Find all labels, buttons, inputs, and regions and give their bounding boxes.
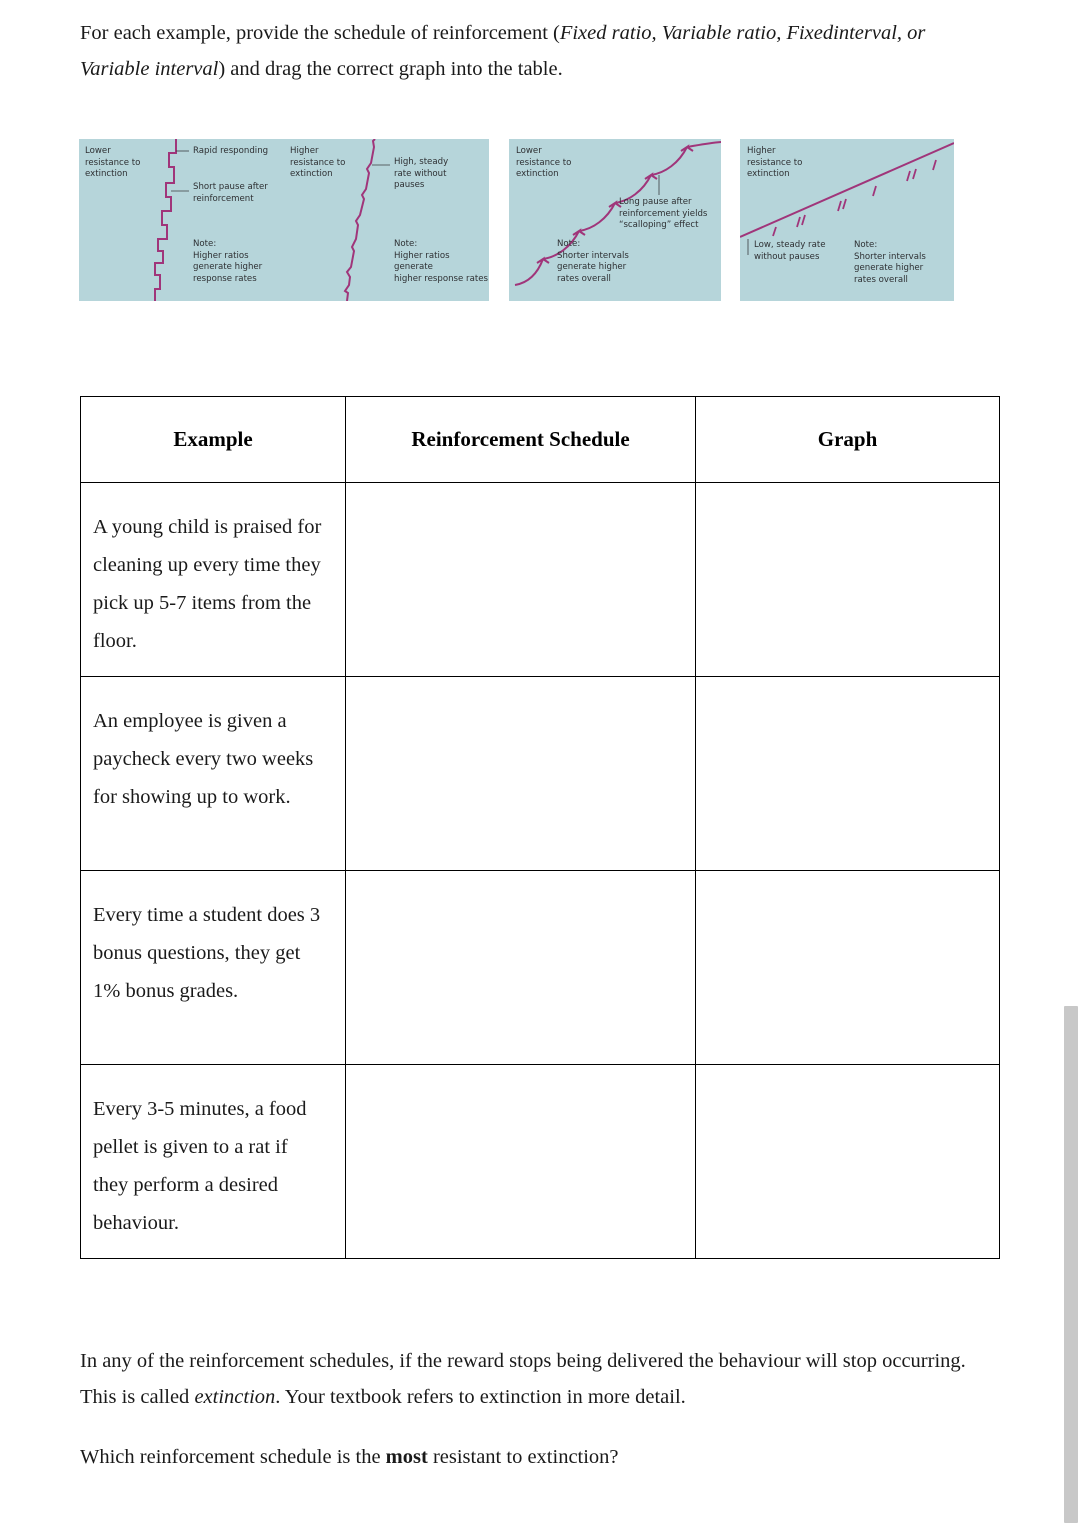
schedule-answer-text (346, 483, 695, 509)
example-cell: A young child is praised for cleaning up… (80, 482, 346, 677)
fixed-interval-note: Note: Shorter intervals generate higher … (557, 239, 629, 285)
graph-dropzone-cell[interactable] (695, 482, 1000, 677)
graph-dropzone-cell[interactable] (695, 870, 1000, 1065)
example-cell: Every time a student does 3 bonus questi… (80, 870, 346, 1065)
fixed-ratio-note: Note: Higher ratios generate higher resp… (193, 239, 263, 285)
table-row: A young child is praised for cleaning up… (80, 482, 1000, 677)
variable-ratio-resistance-label: Higher resistance to extinction (290, 146, 346, 180)
example-text: A young child is praised for cleaning up… (93, 516, 322, 652)
table-row: An employee is given a paycheck every tw… (80, 676, 1000, 871)
question-bold-most: most (385, 1446, 428, 1468)
instruction-paragraph: For each example, provide the schedule o… (80, 16, 980, 87)
fixed-ratio-resistance-label: Lower resistance to extinction (85, 146, 141, 180)
schedule-answer-cell[interactable] (345, 870, 696, 1065)
fixed-ratio-callout-rapid-responding: Rapid responding (193, 146, 269, 156)
extinction-paragraph: In any of the reinforcement schedules, i… (80, 1344, 990, 1415)
table-row: Every time a student does 3 bonus questi… (80, 870, 1000, 1065)
variable-interval-graph[interactable]: Higher resistance to extinction Low, ste… (740, 139, 954, 301)
fixed-interval-graph[interactable]: Lower resistance to extinction Long paus… (509, 139, 721, 301)
schedule-answer-text (346, 1065, 695, 1091)
example-text: Every time a student does 3 bonus questi… (93, 904, 321, 1002)
question-text-part1: Which reinforcement schedule is the (80, 1446, 386, 1468)
example-text: Every 3-5 minutes, a food pellet is give… (93, 1098, 307, 1234)
extinction-italic-term: extinction (194, 1385, 276, 1408)
reinforcement-graph-strip: Lower resistance to extinction Rapid res… (79, 139, 954, 301)
fixed-interval-callout-scalloping: Long pause after reinforcement yields “s… (619, 197, 708, 231)
example-cell: An employee is given a paycheck every tw… (80, 676, 346, 871)
schedule-answer-text (346, 677, 695, 703)
variable-interval-callout-low-steady: Low, steady rate without pauses (754, 240, 826, 262)
schedule-answer-cell[interactable] (345, 482, 696, 677)
schedule-answer-text (346, 871, 695, 897)
schedule-answer-cell[interactable] (345, 1064, 696, 1259)
variable-interval-resistance-label: Higher resistance to extinction (747, 146, 803, 180)
graph-dropzone-cell[interactable] (695, 1064, 1000, 1259)
schedule-answer-cell[interactable] (345, 676, 696, 871)
intro-text-b: ) and drag the correct graph into the ta… (218, 57, 563, 80)
column-header-schedule: Reinforcement Schedule (345, 396, 696, 483)
graph-dropzone-text (696, 677, 999, 703)
variable-ratio-note: Note: Higher ratios generate higher resp… (394, 239, 488, 285)
example-text: An employee is given a paycheck every tw… (93, 710, 314, 808)
table-row: Every 3-5 minutes, a food pellet is give… (80, 1064, 1000, 1259)
page-scrollbar-track[interactable] (1062, 0, 1080, 1523)
variable-ratio-callout-high-steady: High, steady rate without pauses (394, 157, 449, 191)
extinction-text-part2: . Your textbook refers to extinction in … (275, 1385, 686, 1408)
column-header-example: Example (80, 396, 346, 483)
question-paragraph: Which reinforcement schedule is the most… (80, 1440, 990, 1476)
column-header-graph: Graph (695, 396, 1000, 483)
fixed-interval-resistance-label: Lower resistance to extinction (516, 146, 572, 180)
variable-interval-note: Note: Shorter intervals generate higher … (854, 240, 926, 286)
graph-dropzone-text (696, 871, 999, 897)
graph-dropzone-text (696, 483, 999, 509)
fixed-ratio-graph[interactable]: Lower resistance to extinction Rapid res… (79, 139, 284, 301)
fixed-ratio-callout-short-pause: Short pause after reinforcement (193, 182, 268, 204)
page-scrollbar-thumb[interactable] (1064, 1006, 1078, 1523)
graph-dropzone-cell[interactable] (695, 676, 1000, 871)
example-cell: Every 3-5 minutes, a food pellet is give… (80, 1064, 346, 1259)
intro-italic-a: Fixed ratio, Variable ratio, Fixed (559, 22, 834, 44)
table-header-row: Example Reinforcement Schedule Graph (80, 396, 1000, 483)
variable-ratio-graph[interactable]: Higher resistance to extinction High, st… (284, 139, 489, 301)
reinforcement-schedule-table: Example Reinforcement Schedule Graph A y… (80, 396, 1000, 1259)
graph-dropzone-text (696, 1065, 999, 1091)
question-text-part2: resistant to extinction? (427, 1446, 619, 1468)
intro-text-a: For each example, provide the schedule o… (80, 22, 560, 44)
